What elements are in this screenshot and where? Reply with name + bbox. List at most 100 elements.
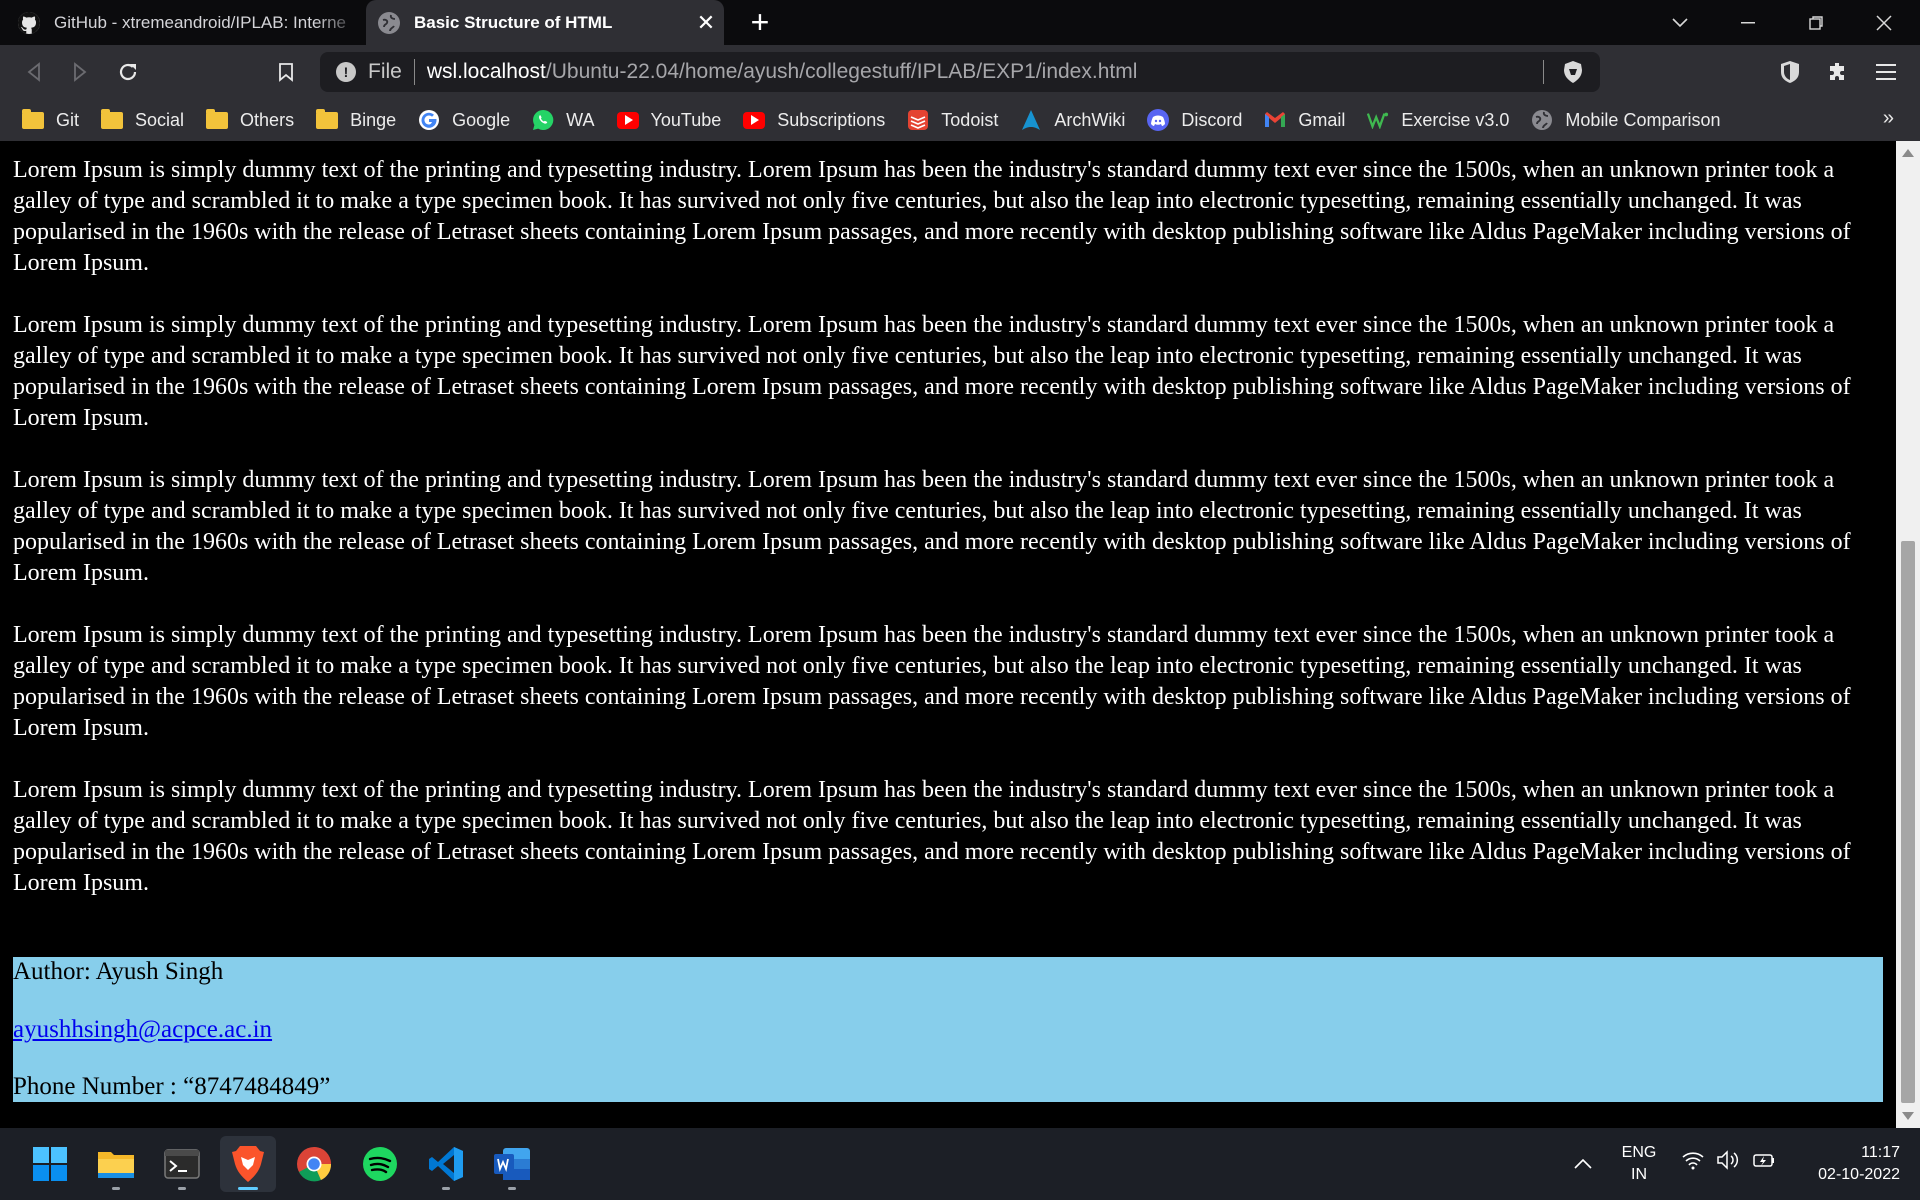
vertical-scrollbar[interactable] <box>1896 141 1920 1128</box>
phone-text: Phone Number : “8747484849” <box>13 1073 331 1100</box>
bookmark-label: Exercise v3.0 <box>1401 109 1510 130</box>
bookmark-youtube[interactable]: YouTube <box>616 109 722 131</box>
address-bar[interactable]: ! File wsl.localhost/Ubuntu-22.04/home/a… <box>320 52 1600 92</box>
bookmark-subscriptions[interactable]: Subscriptions <box>743 110 885 131</box>
bookmark-google[interactable]: Google <box>418 110 510 131</box>
url-divider <box>1543 60 1544 84</box>
globe-icon <box>378 11 400 34</box>
google-icon <box>418 110 440 130</box>
url-path: /Ubuntu-22.04/home/ayush/collegestuff/IP… <box>545 60 1138 83</box>
bookmark-wa[interactable]: WA <box>532 109 595 131</box>
bookmark-discord[interactable]: Discord <box>1147 109 1243 131</box>
bookmark-label: Mobile Comparison <box>1565 109 1721 130</box>
bookmarks-bar: Git Social Others Binge Google WA YouTub… <box>0 99 1920 141</box>
page-content: Lorem Ipsum is simply dummy text of the … <box>13 155 1883 930</box>
paragraph: Lorem Ipsum is simply dummy text of the … <box>13 467 1851 586</box>
archwiki-icon <box>1020 110 1042 130</box>
bookmark-folder-social[interactable]: Social <box>101 108 185 131</box>
minimize-icon[interactable] <box>1720 0 1776 45</box>
bookmark-todoist[interactable]: Todoist <box>907 110 998 131</box>
scroll-down-arrow-icon[interactable] <box>1902 1112 1914 1120</box>
tab-active[interactable]: Basic Structure of HTML ✕ <box>366 0 724 45</box>
reload-icon[interactable] <box>110 54 146 90</box>
wallet-icon[interactable] <box>1772 54 1808 90</box>
github-icon <box>18 11 40 34</box>
brave-icon[interactable] <box>220 1136 276 1192</box>
forward-arrow-icon[interactable] <box>62 54 98 90</box>
bookmark-folder-git[interactable]: Git <box>22 108 80 131</box>
bookmark-label: Subscriptions <box>777 109 886 130</box>
bookmark-label: Discord <box>1181 109 1243 130</box>
whatsapp-icon <box>532 109 554 130</box>
paragraph: Lorem Ipsum is simply dummy text of the … <box>13 622 1851 741</box>
clock-date: 02-10-2022 <box>1818 1166 1900 1183</box>
tab-strip: GitHub - xtremeandroid/IPLAB: Interne Ba… <box>0 0 1920 45</box>
email-link[interactable]: ayushhsingh@acpce.ac.in <box>13 1016 272 1044</box>
bookmark-label: YouTube <box>650 109 722 130</box>
paragraph: Lorem Ipsum is simply dummy text of the … <box>13 777 1851 896</box>
bookmark-folder-binge[interactable]: Binge <box>316 108 397 131</box>
bookmark-folder-others[interactable]: Others <box>206 108 295 131</box>
url-separator <box>413 59 415 85</box>
bookmark-label: Binge <box>350 109 397 130</box>
bookmark-gmail[interactable]: Gmail <box>1264 110 1345 131</box>
language-code: ENG <box>1621 1144 1657 1161</box>
extensions-icon[interactable] <box>1820 54 1856 90</box>
discord-icon <box>1147 109 1170 131</box>
page-viewport: Lorem Ipsum is simply dummy text of the … <box>0 141 1920 1128</box>
menu-icon[interactable] <box>1868 54 1904 90</box>
info-icon[interactable]: ! <box>336 62 356 82</box>
clock-time: 11:17 <box>1861 1144 1900 1161</box>
url-scheme: File <box>368 60 402 83</box>
paragraph: Lorem Ipsum is simply dummy text of the … <box>13 312 1851 431</box>
tab-github[interactable]: GitHub - xtremeandroid/IPLAB: Interne <box>0 0 362 45</box>
restore-icon[interactable] <box>1788 0 1844 45</box>
windows-taskbar: ENG IN 11:17 02-10-2022 <box>0 1128 1920 1200</box>
start-icon[interactable] <box>22 1136 78 1192</box>
wifi-icon[interactable] <box>1682 1150 1704 1176</box>
system-clock[interactable]: 11:17 02-10-2022 <box>1790 1142 1900 1186</box>
language-indicator[interactable]: ENG IN <box>1614 1142 1664 1186</box>
new-tab-button[interactable]: + <box>740 2 780 42</box>
author-text: Author: Ayush Singh <box>13 958 224 985</box>
scrollbar-thumb[interactable] <box>1901 541 1915 1103</box>
bookmarks-overflow-icon[interactable]: » <box>1883 107 1894 130</box>
folder-icon <box>22 108 44 130</box>
tab-search-chevron-icon[interactable] <box>1652 0 1708 45</box>
spotify-icon[interactable] <box>352 1136 408 1192</box>
gmail-icon <box>1264 110 1286 130</box>
battery-icon[interactable] <box>1752 1150 1776 1176</box>
bookmark-exercise[interactable]: Exercise v3.0 <box>1367 110 1509 131</box>
folder-icon <box>316 108 339 130</box>
bookmark-label: Others <box>240 109 295 130</box>
bookmark-archwiki[interactable]: ArchWiki <box>1020 110 1125 131</box>
chrome-icon[interactable] <box>286 1136 342 1192</box>
system-tray[interactable] <box>1682 1150 1776 1176</box>
paragraph: Lorem Ipsum is simply dummy text of the … <box>13 157 1851 276</box>
globe-icon <box>1531 110 1553 130</box>
back-arrow-icon[interactable] <box>16 54 52 90</box>
bookmark-label: Todoist <box>941 109 999 130</box>
url-host: wsl.localhost <box>426 60 546 83</box>
close-tab-icon[interactable]: ✕ <box>688 10 724 36</box>
bookmark-label: Social <box>135 109 185 130</box>
scroll-up-arrow-icon[interactable] <box>1902 149 1914 157</box>
folder-icon <box>206 108 229 130</box>
bookmark-icon[interactable] <box>268 54 304 90</box>
close-window-icon[interactable] <box>1856 0 1912 45</box>
tray-overflow-chevron-icon[interactable] <box>1574 1152 1592 1175</box>
page-footer: Author: Ayush Singh ayushhsingh@acpce.ac… <box>13 957 1883 1102</box>
file-explorer-icon[interactable] <box>88 1136 144 1192</box>
terminal-icon[interactable] <box>154 1136 210 1192</box>
vscode-icon[interactable] <box>418 1136 474 1192</box>
bookmark-mobile-comparison[interactable]: Mobile Comparison <box>1531 109 1721 131</box>
tab-title: Basic Structure of HTML <box>414 12 613 32</box>
volume-icon[interactable] <box>1716 1150 1740 1176</box>
browser-toolbar: ! File wsl.localhost/Ubuntu-22.04/home/a… <box>0 45 1920 99</box>
exercise-icon <box>1367 110 1389 130</box>
bookmark-label: Gmail <box>1298 109 1346 130</box>
brave-shield-icon[interactable] <box>1560 59 1586 85</box>
bookmark-label: Git <box>56 109 80 130</box>
word-icon[interactable] <box>484 1136 540 1192</box>
youtube-icon <box>743 110 766 130</box>
